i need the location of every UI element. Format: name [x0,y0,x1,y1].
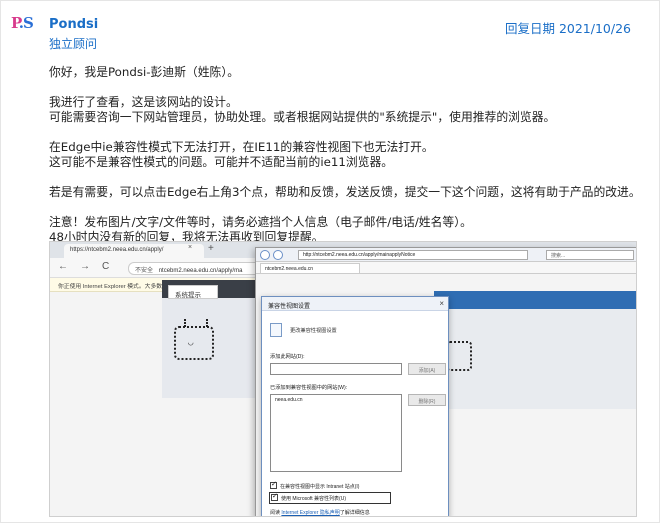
add-site-input[interactable] [270,363,402,375]
close-icon[interactable]: × [439,299,444,308]
reply-date: 回复日期 2021/10/26 [504,21,631,36]
ms-list-checkbox-row[interactable]: 使用 Microsoft 兼容性列表(U) [269,492,391,504]
compatibility-view-dialog: 兼容性视图设置 × 更改兼容性视图设置 添加此网站(D): 添加(A) 已添加到… [261,296,449,516]
site-list-label: 已添加到兼容性视图中的网站(W): [270,385,348,391]
list-item[interactable]: neea.edu.cn [275,397,397,403]
author-name[interactable]: Pondsi [49,17,98,32]
footer-prefix: 阅读 [270,510,281,516]
site-list[interactable]: neea.edu.cn [270,394,402,472]
plus-icon: + [208,243,214,254]
system-notice-tab: 系统提示 [168,285,218,299]
edge-url-text: ntcebm2.neea.edu.cn/apply/ma [158,268,243,274]
dialog-footer: 阅读 Internet Explorer 隐私声明了解详细信息 [270,509,370,516]
checkbox-label: 使用 Microsoft 兼容性列表(U) [281,496,347,502]
forward-circle-icon [273,250,283,260]
author-role: 独立顾问 [49,37,98,51]
reply-body: 你好，我是Pondsi-彭迪斯（姓陈）。 我进行了查看，这是该网站的设计。 可能… [49,65,649,245]
ie-tab-row: ntcebm2.neea.edu.cn [256,262,636,274]
add-button[interactable]: 添加(A) [408,363,446,375]
back-arrow-icon: ← [58,261,68,272]
dialog-description: 更改兼容性视图设置 [290,328,337,334]
reply-card: P.S Pondsi 独立顾问 回复日期 2021/10/26 你好，我是Pon… [0,0,660,523]
ie-site-header: 示 [434,291,636,309]
checkbox-label: 在兼容性视图中显示 Intranet 站点(I) [280,484,360,490]
ie11-browser-window: http://ntcebm2.neea.edu.cn/apply/mainapp… [255,247,636,516]
document-icon [270,323,282,337]
paragraph-line: 若是有需要，可以点击Edge右上角3个点，帮助和反馈，发送反馈，提交一下这个问题… [49,185,641,199]
paragraph-line: 在Edge中ie兼容性模式下无法打开，在IE11的兼容性视图下也无法打开。 [49,140,434,154]
tv-icon [174,326,214,360]
ie-address-row: http://ntcebm2.neea.edu.cn/apply/mainapp… [256,248,636,262]
dialog-title: 兼容性视图设置 × [262,297,448,311]
dialog-title-text: 兼容性视图设置 [268,304,311,310]
remove-button[interactable]: 删除(R) [408,394,446,406]
forward-arrow-icon: → [80,261,90,272]
refresh-icon: C [102,261,110,272]
close-icon: × [188,244,193,251]
ie-tab: ntcebm2.neea.edu.cn [260,263,360,274]
paragraph-line: 可能需要咨询一下网站管理员，协助处理。或者根据网站提供的"系统提示"，使用推荐的… [49,110,556,124]
checkbox[interactable] [270,480,277,489]
edge-tab-title: https://ntcebm2.neea.edu.cn/apply/ [70,247,164,253]
not-secure-label: 不安全 [135,268,154,274]
ie-address-bar: http://ntcebm2.neea.edu.cn/apply/mainapp… [298,250,528,260]
attached-screenshot[interactable]: https://ntcebm2.neea.edu.cn/apply/ × + ←… [49,241,637,517]
checkbox[interactable] [271,492,278,501]
intranet-checkbox-row[interactable]: 在兼容性视图中显示 Intranet 站点(I) [270,480,448,490]
ie-search-box: 搜索... [546,250,634,260]
footer-suffix: 了解详细信息 [339,510,370,516]
paragraph-line: 我进行了查看，这是该网站的设计。 [49,95,238,109]
paragraph-line: 注意！发布图片/文字/文件等时，请务必遮挡个人信息（电子邮件/电话/姓名等）。 [49,215,472,229]
avatar[interactable]: P.S [11,11,35,35]
smile-icon: ◡ [188,338,194,348]
paragraph-line: 你好，我是Pondsi-彭迪斯（姓陈）。 [49,65,240,79]
back-circle-icon [260,250,270,260]
paragraph-line: 这可能不是兼容性模式的问题。可能并不适配当前的ie11浏览器。 [49,155,394,169]
privacy-link[interactable]: Internet Explorer 隐私声明 [281,510,339,516]
add-site-label: 添加此网站(D): [270,354,305,360]
edge-tab: https://ntcebm2.neea.edu.cn/apply/ [64,244,204,258]
tv-icon [446,341,472,371]
